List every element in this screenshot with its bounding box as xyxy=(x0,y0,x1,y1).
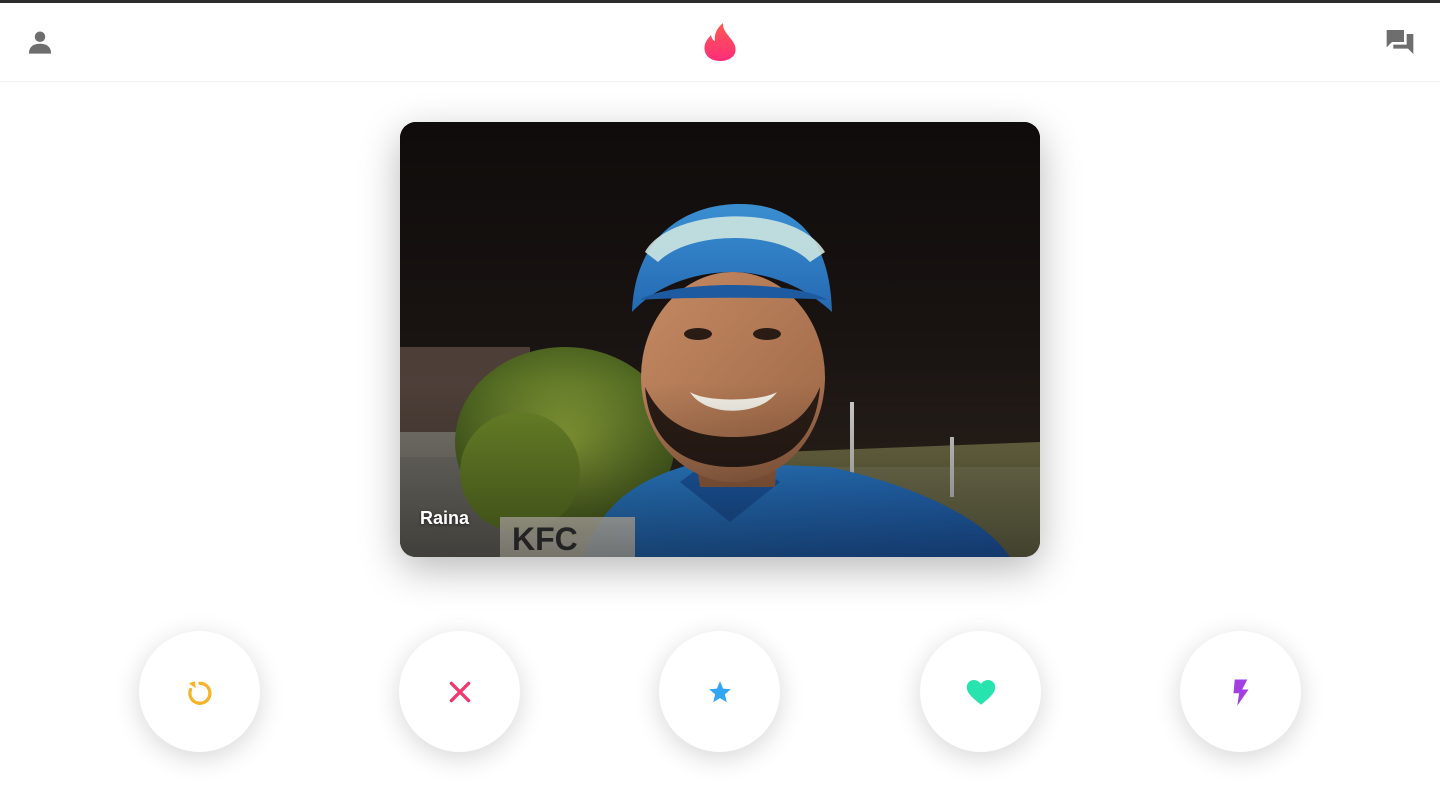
flame-logo-icon xyxy=(704,23,736,61)
profile-photo: KFC xyxy=(400,122,1040,557)
person-icon xyxy=(28,31,52,54)
chat-bubbles-icon xyxy=(1386,30,1414,54)
super-like-button[interactable] xyxy=(659,631,780,752)
messages-button[interactable] xyxy=(1380,22,1420,62)
boost-button[interactable] xyxy=(1180,631,1301,752)
nope-button[interactable] xyxy=(399,631,520,752)
close-icon xyxy=(449,681,470,702)
profile-card[interactable]: KFC Raina xyxy=(400,122,1040,557)
app-header xyxy=(0,3,1440,82)
heart-icon xyxy=(966,679,995,705)
lightning-icon xyxy=(1233,679,1248,706)
app-logo[interactable] xyxy=(700,21,740,63)
rewind-button[interactable] xyxy=(139,631,260,752)
star-icon xyxy=(708,680,731,702)
profile-button[interactable] xyxy=(20,22,60,62)
profile-name: Raina xyxy=(420,508,470,528)
like-button[interactable] xyxy=(920,631,1041,752)
rewind-icon xyxy=(187,680,212,705)
action-bar xyxy=(0,631,1440,753)
